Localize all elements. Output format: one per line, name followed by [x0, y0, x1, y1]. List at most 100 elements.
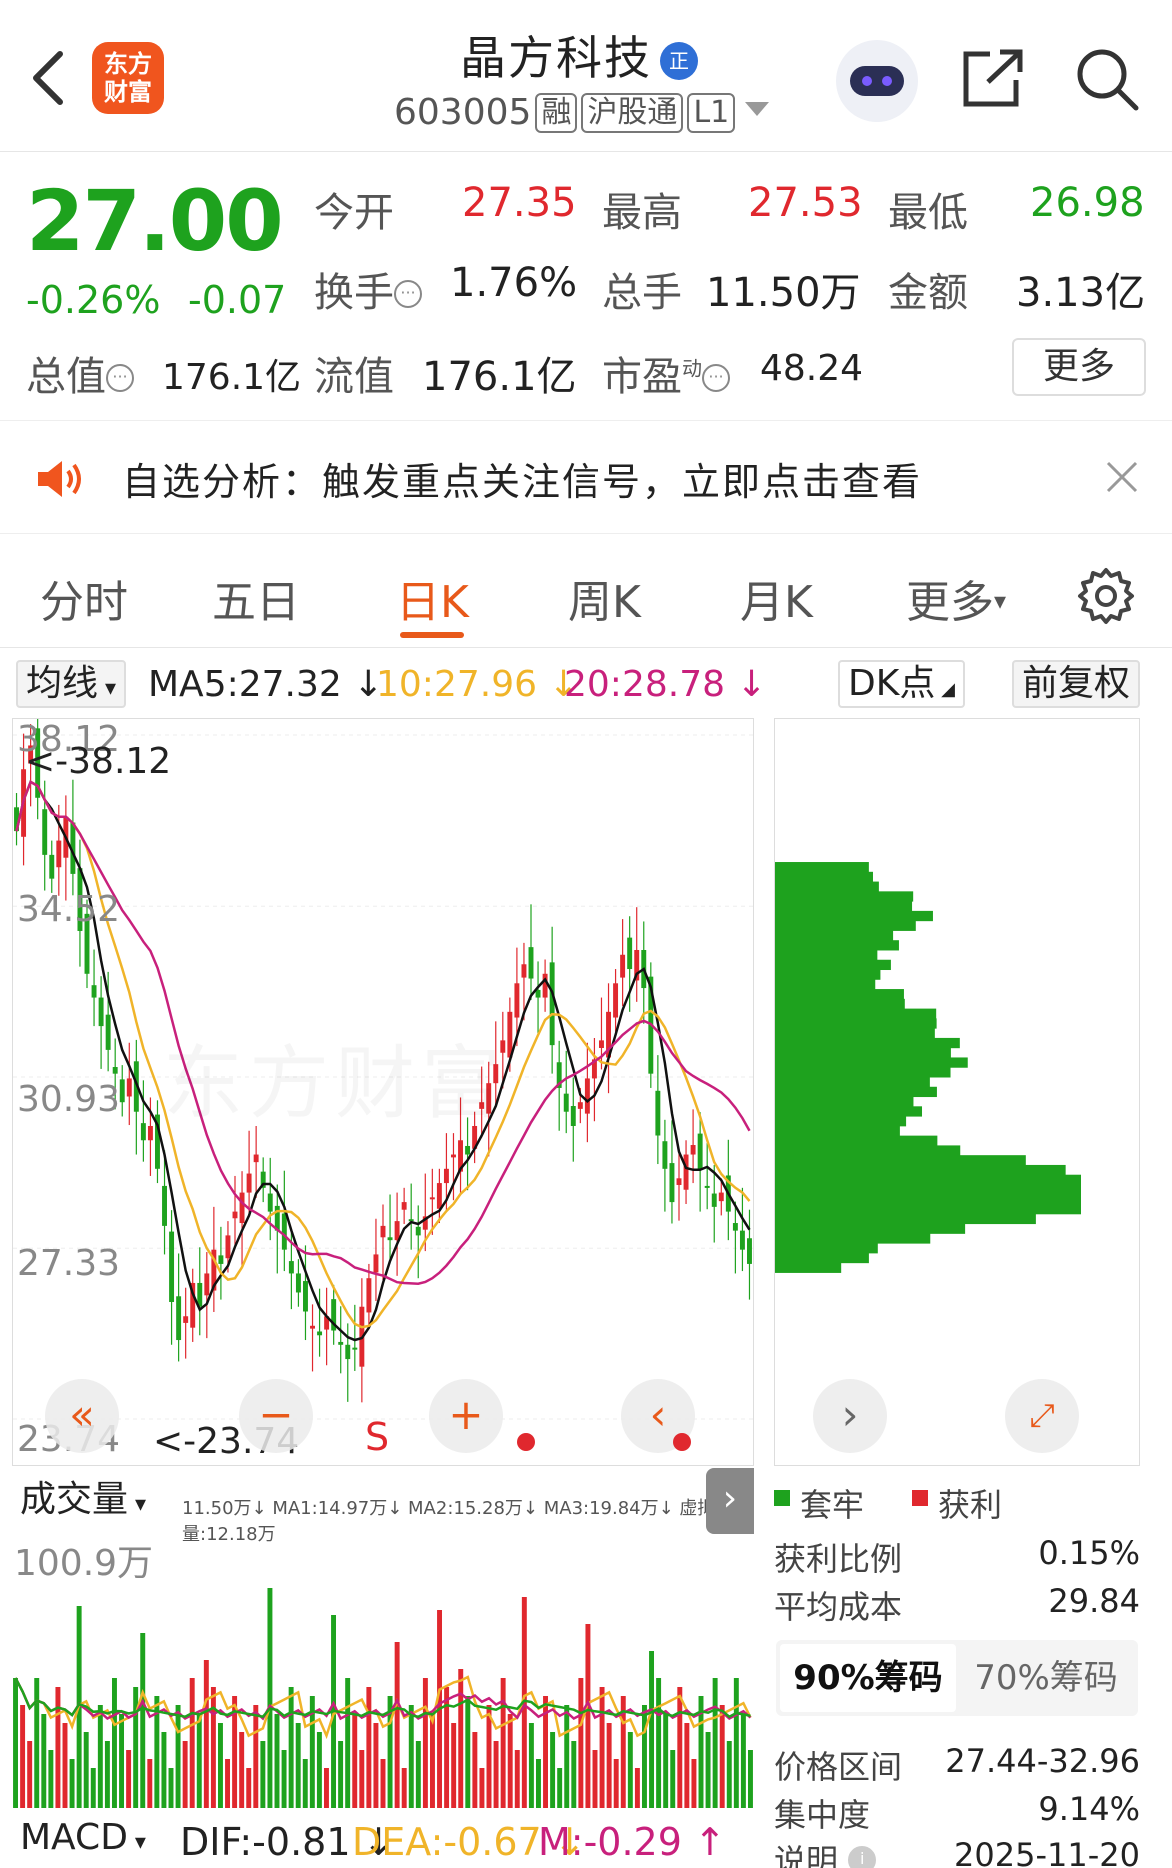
- stock-code-row[interactable]: 603005 融沪股通 L1: [394, 92, 770, 133]
- tab-more[interactable]: 更多▾: [906, 566, 1006, 630]
- tab-intraday[interactable]: 分时: [40, 566, 128, 630]
- chip-distribution-chart[interactable]: › ⤢: [774, 718, 1140, 1466]
- volume-chart[interactable]: 100.9万: [12, 1534, 754, 1808]
- tab-90-chip[interactable]: 90%筹码: [780, 1644, 956, 1712]
- notice-bar[interactable]: 自选分析：触发重点关注信号，立即点击查看: [0, 420, 1172, 534]
- candle-body: [676, 1178, 682, 1185]
- tag-connect: 沪股通: [581, 93, 684, 133]
- loss-legend-label: 套牢: [800, 1486, 865, 1524]
- turnover-stat[interactable]: 换手 ···: [314, 260, 422, 318]
- tag-level: L1: [687, 93, 736, 133]
- volume-bar: [147, 1759, 153, 1808]
- logo-text-1: 东方: [104, 50, 152, 78]
- scroll-right-icon[interactable]: ›: [813, 1379, 887, 1453]
- volume-bar: [246, 1768, 252, 1808]
- app-logo[interactable]: 东方 财富: [92, 42, 164, 114]
- volume-bar: [210, 1687, 216, 1808]
- volume-bar: [493, 1741, 499, 1808]
- back-arrow-icon[interactable]: [28, 48, 68, 108]
- info-icon[interactable]: ···: [702, 364, 730, 392]
- adjust-button[interactable]: 前复权: [1012, 660, 1141, 708]
- volume-bar: [281, 1750, 287, 1808]
- mktcap-stat[interactable]: 总值 ···: [26, 344, 134, 402]
- chip-bar: [775, 1067, 951, 1078]
- info-icon[interactable]: ···: [106, 364, 134, 392]
- kline-chart[interactable]: 38.12 34.52 30.93 27.33 23.74 <-38.12 <-…: [12, 685, 754, 1466]
- chip-bar: [775, 1194, 1081, 1205]
- volume-bar: [479, 1768, 485, 1808]
- tab-monthly-k[interactable]: 月K: [740, 566, 813, 630]
- chip-bar: [775, 1028, 935, 1039]
- logo-text-2: 财富: [104, 78, 152, 106]
- candle-body: [732, 1223, 738, 1231]
- sell-signal: S: [365, 1415, 390, 1459]
- macd-selector[interactable]: MACD ▾: [12, 1816, 154, 1864]
- candle-body: [380, 1225, 386, 1238]
- volume-bar: [345, 1678, 351, 1808]
- signal-dot: [517, 1433, 535, 1451]
- dropdown-caret-icon[interactable]: [745, 102, 770, 116]
- low-value: 26.98: [1030, 180, 1145, 226]
- volume-bar: [48, 1750, 54, 1808]
- more-stats-button[interactable]: 更多: [1012, 338, 1146, 396]
- volume-bar: [733, 1678, 739, 1808]
- zoom-in-icon[interactable]: +: [429, 1379, 503, 1453]
- volume-bar: [684, 1723, 690, 1808]
- tab-70-chip[interactable]: 70%筹码: [958, 1644, 1134, 1712]
- volume-bar: [140, 1633, 146, 1808]
- tab-daily-k[interactable]: 日K: [396, 566, 469, 630]
- volume-bar: [451, 1723, 457, 1808]
- chip-bar: [775, 881, 879, 892]
- volume-bar: [641, 1705, 647, 1808]
- info-icon[interactable]: ···: [394, 280, 422, 308]
- tab-weekly-k[interactable]: 周K: [568, 566, 641, 630]
- share-icon[interactable]: [960, 48, 1026, 110]
- volume-selector[interactable]: 成交量 ▾: [12, 1478, 155, 1526]
- chip-bar: [775, 930, 894, 941]
- close-icon[interactable]: [1104, 459, 1140, 495]
- scroll-left-fast-icon[interactable]: «: [45, 1379, 119, 1453]
- candle-body: [542, 973, 548, 998]
- y-tick-3: 27.33: [17, 1243, 121, 1284]
- expand-icon[interactable]: ⤢: [1005, 1379, 1079, 1453]
- chip-bar: [775, 979, 876, 990]
- zheng-badge-icon: 正: [660, 42, 698, 80]
- candle-body: [105, 1014, 111, 1050]
- chip-bar: [775, 1213, 1036, 1225]
- high-value: 27.53: [748, 180, 863, 226]
- candle-body: [366, 1278, 372, 1313]
- ma-legend-row: 均线 ▾ MA5:27.32 ↓ 10:27.96 ↓ 20:28.78 ↓ D…: [0, 660, 1172, 712]
- panel-expand-arrow-icon[interactable]: ›: [706, 1468, 754, 1534]
- volume-bar: [634, 1768, 640, 1808]
- volume-bar: [465, 1696, 471, 1808]
- settings-gear-icon[interactable]: [1076, 566, 1136, 626]
- chip-bar: [775, 920, 916, 931]
- pe-stat[interactable]: 市盈动 ···: [602, 344, 730, 402]
- high-stat: 最高: [602, 190, 682, 236]
- candle-body: [239, 1192, 245, 1224]
- info-icon[interactable]: i: [848, 1846, 877, 1868]
- ma20-value: 20:28.78 ↓: [564, 664, 767, 705]
- candle-body: [683, 1154, 689, 1190]
- tab-five-day[interactable]: 五日: [212, 566, 300, 630]
- amount-value: 3.13亿: [1016, 270, 1146, 316]
- chip-bar: [775, 910, 933, 922]
- dk-point-button[interactable]: DK点 ◢: [838, 660, 965, 708]
- volume-bar: [225, 1759, 231, 1808]
- volume-bar: [528, 1723, 534, 1808]
- chip-bar: [775, 1252, 869, 1264]
- candle-body: [176, 1296, 182, 1341]
- volume-bar: [267, 1588, 273, 1808]
- volume-axis-label: 100.9万: [14, 1543, 154, 1584]
- candle-body: [140, 1123, 146, 1141]
- tab-more-label: 更多: [906, 577, 994, 628]
- candle-body: [183, 1316, 189, 1323]
- candle-body: [584, 1078, 590, 1114]
- candle-body: [465, 1145, 471, 1155]
- zoom-out-icon[interactable]: −: [239, 1379, 313, 1453]
- ma-selector[interactable]: 均线 ▾: [16, 660, 127, 708]
- assistant-robot-icon[interactable]: [836, 40, 918, 122]
- candle-body: [514, 983, 520, 1018]
- search-icon[interactable]: [1074, 46, 1140, 112]
- candle-body: [204, 1273, 210, 1296]
